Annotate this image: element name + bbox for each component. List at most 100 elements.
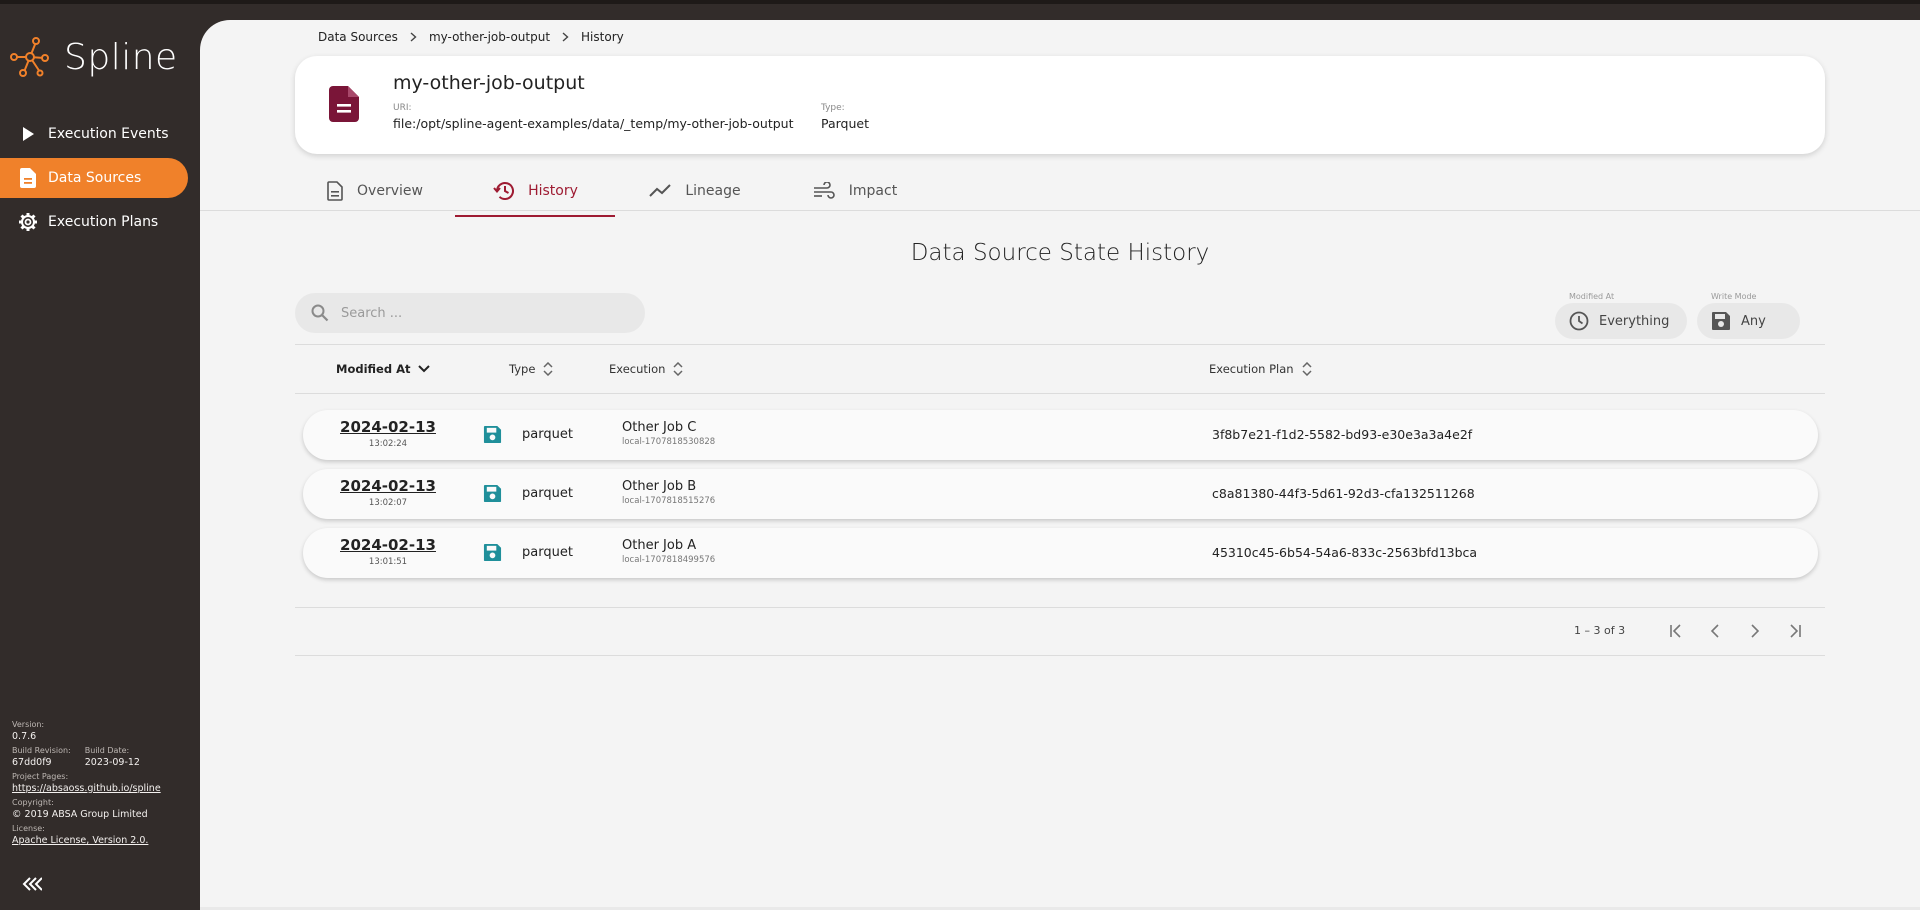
- row-time: 13:02:07: [368, 498, 408, 508]
- table-row[interactable]: 2024-02-13 13:02:24 parquet Other Job C …: [303, 410, 1818, 460]
- section-title: Data Source State History: [910, 240, 1210, 266]
- last-page-button[interactable]: [1782, 618, 1808, 644]
- chevron-right-icon: [562, 32, 569, 42]
- search-box: [295, 293, 645, 333]
- modified-at-cell: 2024-02-13 13:02:24: [333, 418, 443, 449]
- table-row[interactable]: 2024-02-13 13:01:51 parquet Other Job A …: [303, 528, 1818, 578]
- save-icon: [483, 484, 502, 507]
- sidebar-item-label: Data Sources: [48, 170, 142, 186]
- sidebar-item-execution-events[interactable]: Execution Events: [0, 114, 200, 154]
- tab-overview[interactable]: Overview: [295, 165, 455, 217]
- sidebar-nav: Execution Events Data Sources Execution …: [0, 114, 200, 246]
- collapse-sidebar-button[interactable]: [20, 874, 44, 894]
- sidebar: Spline Execution Events Data Sources Exe…: [0, 4, 200, 910]
- row-date-link[interactable]: 2024-02-13: [333, 536, 443, 554]
- first-page-icon: [1670, 624, 1681, 638]
- version-value: 0.7.6: [12, 731, 37, 742]
- document-icon: [329, 86, 359, 126]
- column-header-type[interactable]: Type: [509, 345, 553, 393]
- column-label: Execution: [609, 362, 666, 376]
- project-pages-link[interactable]: https://absaoss.github.io/spline: [12, 782, 192, 795]
- chevron-down-icon: [418, 365, 431, 373]
- data-source-name: my-other-job-output: [393, 72, 585, 94]
- document-outline-icon: [327, 181, 343, 201]
- tab-history[interactable]: History: [455, 165, 615, 217]
- sort-icon: [1302, 362, 1312, 376]
- build-date-label: Build Date:: [84, 746, 130, 755]
- row-plan-link[interactable]: 3f8b7e21-f1d2-5582-bd93-e30e3a3a4e2f: [1212, 427, 1472, 442]
- copyright-value: © 2019 ABSA Group Limited: [12, 809, 148, 820]
- table-header-divider: [295, 393, 1825, 394]
- tab-label: Lineage: [685, 183, 741, 199]
- chevron-left-icon: [1710, 624, 1719, 638]
- type-label: Type:: [821, 103, 845, 113]
- row-plan-link[interactable]: c8a81380-44f3-5d61-92d3-cfa132511268: [1212, 486, 1475, 501]
- sort-icon: [543, 362, 553, 376]
- breadcrumb-data-source[interactable]: my-other-job-output: [429, 30, 550, 44]
- row-execution-link[interactable]: Other Job A: [622, 538, 715, 553]
- first-page-button[interactable]: [1663, 618, 1689, 644]
- sidebar-item-execution-plans[interactable]: Execution Plans: [0, 202, 200, 242]
- tab-label: Overview: [357, 183, 423, 199]
- next-page-button[interactable]: [1742, 618, 1768, 644]
- row-time: 13:01:51: [368, 557, 408, 567]
- row-execution-link[interactable]: Other Job B: [622, 479, 715, 494]
- license-link[interactable]: Apache License, Version 2.0.: [12, 834, 192, 847]
- execution-cell: Other Job C local-1707818530828: [622, 420, 715, 447]
- previous-page-button[interactable]: [1702, 618, 1728, 644]
- build-row: Build Revision: 67dd0f9 Build Date: 2023…: [12, 746, 192, 772]
- search-input[interactable]: [341, 305, 621, 321]
- modified-at-cell: 2024-02-13 13:02:07: [333, 477, 443, 508]
- column-header-execution-plan[interactable]: Execution Plan: [1209, 345, 1312, 393]
- filter-label: Write Mode: [1711, 292, 1757, 301]
- play-icon: [18, 124, 38, 144]
- modified-at-cell: 2024-02-13 13:01:51: [333, 536, 443, 567]
- build-date-value: 2023-09-12: [84, 757, 140, 768]
- sort-icon: [673, 362, 683, 376]
- clock-icon: [1569, 311, 1589, 331]
- chevron-right-icon: [410, 32, 417, 42]
- row-execution-id: local-1707818530828: [622, 437, 716, 447]
- write-mode-filter-button[interactable]: Any: [1697, 303, 1800, 339]
- app-logo[interactable]: Spline: [10, 32, 178, 82]
- tab-impact[interactable]: Impact: [775, 165, 935, 217]
- paginator-range-label: 1 – 3 of 3: [1574, 624, 1626, 637]
- license-label: License:: [12, 824, 45, 833]
- table-header: Modified At Type Execution Execution Pla…: [295, 345, 1825, 393]
- last-page-icon: [1790, 624, 1801, 638]
- build-revision-value: 67dd0f9: [12, 757, 52, 768]
- history-icon: [492, 181, 515, 201]
- row-date-link[interactable]: 2024-02-13: [333, 418, 443, 436]
- column-header-modified-at[interactable]: Modified At: [336, 345, 431, 393]
- spline-logo-icon: [10, 37, 49, 77]
- filter-label: Modified At: [1569, 292, 1615, 301]
- save-icon: [483, 425, 502, 448]
- row-plan-link[interactable]: 45310c45-6b54-54a6-833c-2563bfd13bca: [1212, 545, 1477, 560]
- build-info: Version: 0.7.6 Build Revision: 67dd0f9 B…: [12, 720, 192, 850]
- row-date-link[interactable]: 2024-02-13: [333, 477, 443, 495]
- breadcrumb: Data Sources my-other-job-output History: [318, 30, 624, 44]
- tab-label: History: [528, 183, 578, 199]
- execution-cell: Other Job B local-1707818515276: [622, 479, 715, 506]
- row-execution-link[interactable]: Other Job C: [622, 420, 715, 435]
- paginator-divider: [295, 607, 1825, 608]
- save-icon: [1711, 311, 1731, 331]
- column-header-execution[interactable]: Execution: [609, 345, 683, 393]
- table-row[interactable]: 2024-02-13 13:02:07 parquet Other Job B …: [303, 469, 1818, 519]
- filter-value: Everything: [1599, 313, 1670, 329]
- column-label: Modified At: [336, 362, 411, 376]
- modified-at-filter-button[interactable]: Everything: [1555, 303, 1688, 339]
- breadcrumb-data-sources[interactable]: Data Sources: [318, 30, 398, 44]
- paginator-divider: [295, 655, 1825, 656]
- tab-lineage[interactable]: Lineage: [615, 165, 775, 217]
- top-strip: [0, 0, 1920, 4]
- trend-line-icon: [649, 184, 672, 198]
- tab-label: Impact: [848, 183, 898, 199]
- project-pages-label: Project Pages:: [12, 772, 69, 781]
- sidebar-item-label: Execution Events: [48, 126, 169, 142]
- column-label: Execution Plan: [1209, 362, 1294, 376]
- column-label: Type: [509, 362, 536, 376]
- search-icon: [311, 304, 329, 322]
- row-execution-id: local-1707818499576: [622, 555, 716, 565]
- sidebar-item-data-sources[interactable]: Data Sources: [0, 158, 188, 198]
